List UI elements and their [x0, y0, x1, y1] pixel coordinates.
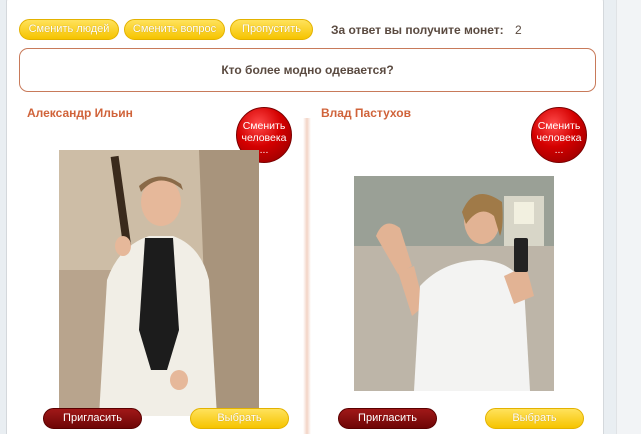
left-invite-button[interactable]: Пригласить [43, 408, 142, 429]
left-person-name[interactable]: Александр Ильин [27, 106, 133, 120]
left-choose-button[interactable]: Выбрать [190, 408, 289, 429]
reward-label: За ответ вы получите монет: [331, 23, 504, 37]
right-change-person-button[interactable]: Сменить человека ... [531, 107, 587, 163]
reward-value: 2 [515, 23, 522, 37]
right-person-photo[interactable] [354, 176, 554, 391]
question-text: Кто более модно одевается? [221, 63, 394, 77]
change-people-button[interactable]: Сменить людей [19, 19, 119, 40]
right-choose-button[interactable]: Выбрать [485, 408, 584, 429]
change-question-button[interactable]: Сменить вопрос [124, 19, 225, 40]
column-divider [303, 118, 311, 434]
left-person-photo[interactable] [59, 150, 259, 416]
right-photo-image [354, 176, 554, 391]
page-scrollbar[interactable] [616, 0, 641, 434]
right-person-name[interactable]: Влад Пастухов [321, 106, 411, 120]
skip-button[interactable]: Пропустить [230, 19, 313, 40]
question-box: Кто более модно одевается? [19, 48, 596, 92]
right-invite-button[interactable]: Пригласить [338, 408, 437, 429]
left-photo-image [59, 150, 259, 416]
